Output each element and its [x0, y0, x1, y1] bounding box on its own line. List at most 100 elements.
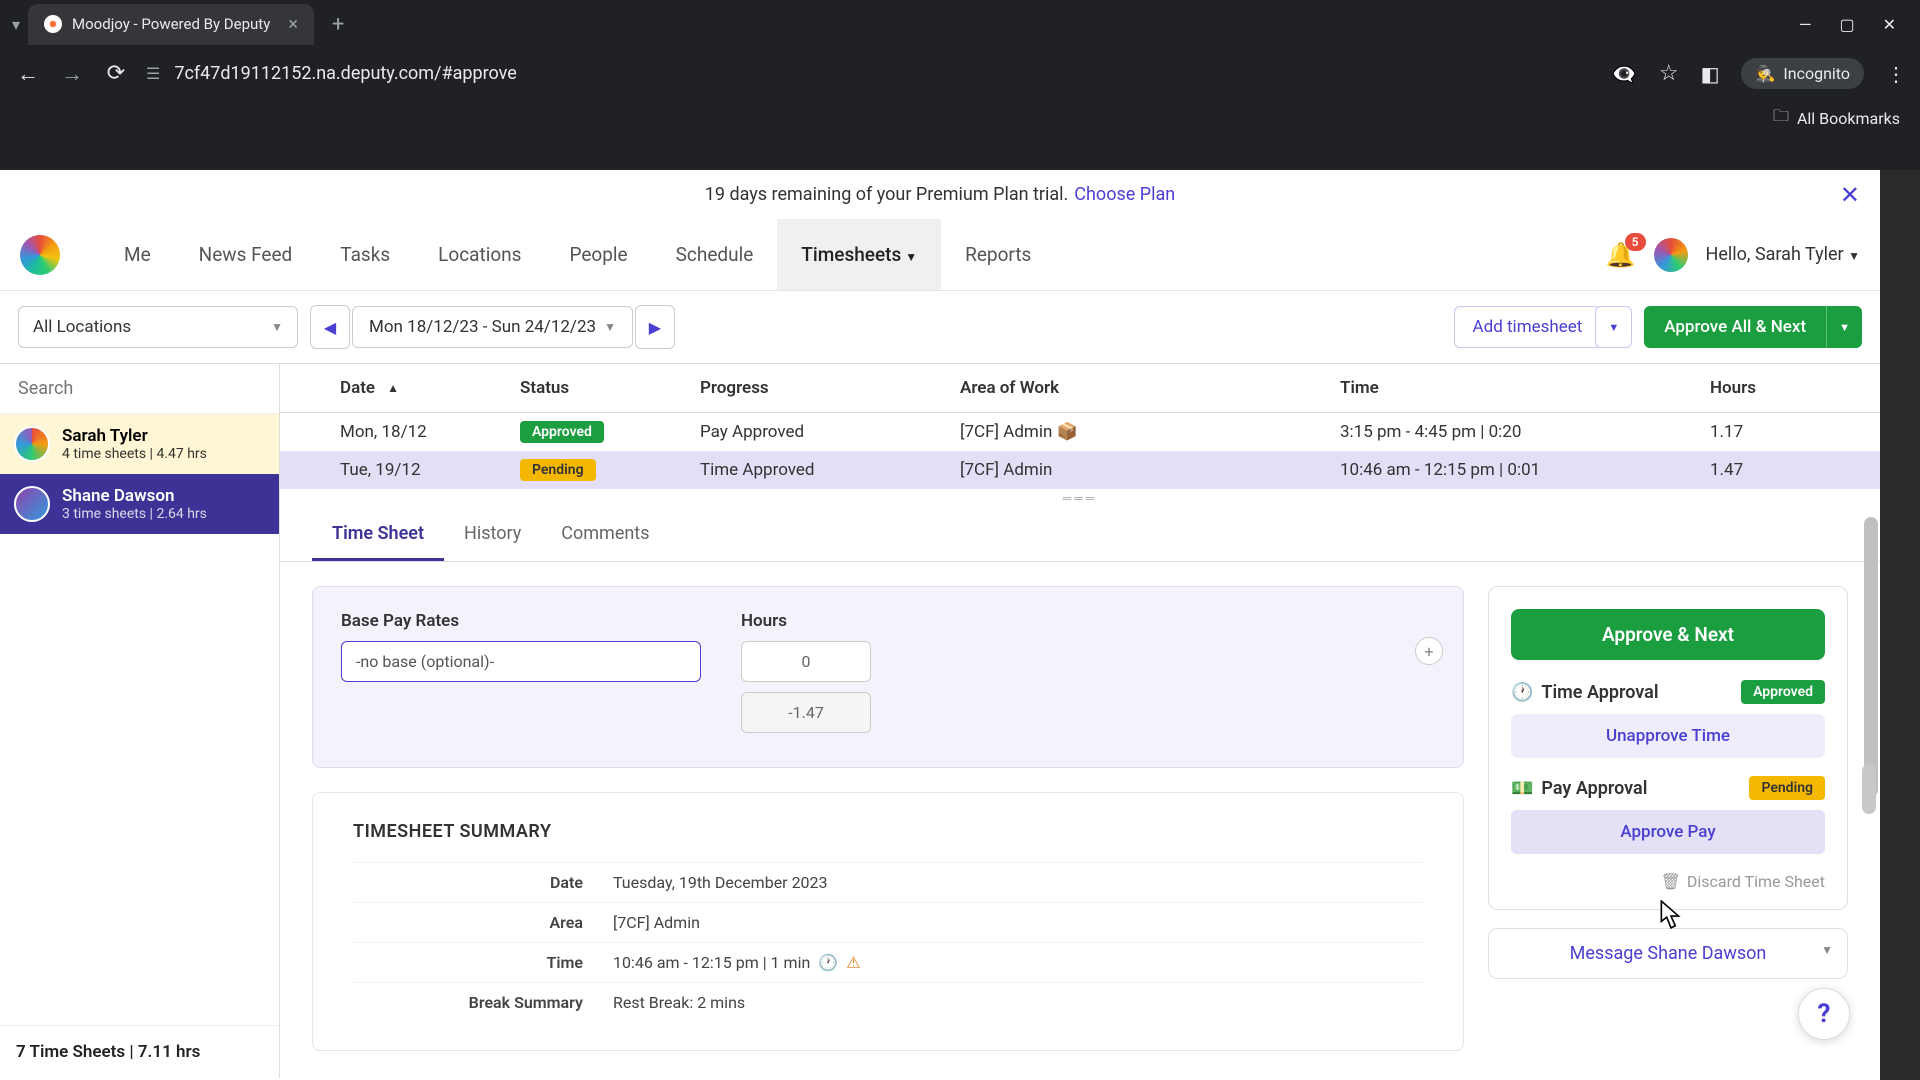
- bell-badge: 5: [1625, 233, 1646, 251]
- all-bookmarks-button[interactable]: 🗀 All Bookmarks: [1773, 105, 1900, 132]
- date-prev-button[interactable]: ◀: [310, 305, 350, 349]
- reload-icon[interactable]: ⟳: [102, 61, 130, 86]
- timesheet-table-header: Date▲ Status Progress Area of Work Time …: [280, 364, 1880, 413]
- summary-key: Area: [353, 913, 613, 932]
- col-date[interactable]: Date: [340, 378, 375, 398]
- close-window-icon[interactable]: ✕: [1883, 15, 1896, 34]
- notifications-bell-icon[interactable]: 🔔5: [1606, 241, 1636, 269]
- status-badge: Pending: [520, 459, 596, 481]
- message-employee-button[interactable]: Message Shane Dawson ▼: [1488, 928, 1848, 979]
- date-range-picker[interactable]: Mon 18/12/23 - Sun 24/12/23 ▼: [352, 306, 633, 348]
- tab-close-icon[interactable]: ×: [288, 14, 298, 35]
- main-nav: Me News Feed Tasks Locations People Sche…: [100, 219, 1055, 290]
- nav-tasks[interactable]: Tasks: [316, 219, 414, 290]
- discard-timesheet-link[interactable]: 🗑Discard Time Sheet: [1511, 872, 1825, 891]
- time-approval-badge: Approved: [1741, 680, 1825, 704]
- panel-icon[interactable]: ◧: [1701, 62, 1720, 86]
- approve-all-dropdown[interactable]: ▼: [1826, 306, 1862, 348]
- incognito-icon: 🕵️: [1755, 64, 1775, 83]
- summary-key: Time: [353, 953, 613, 972]
- eye-off-icon[interactable]: 👁️‍🗨️: [1612, 62, 1637, 86]
- user-greeting[interactable]: Hello, Sarah Tyler ▼: [1706, 244, 1860, 265]
- user-avatar-icon[interactable]: [1654, 238, 1688, 272]
- hours-input[interactable]: [741, 641, 871, 682]
- site-settings-icon[interactable]: ☰: [146, 64, 160, 83]
- url-text[interactable]: 7cf47d19112152.na.deputy.com/#approve: [174, 63, 516, 84]
- location-select[interactable]: All Locations ▼: [18, 306, 298, 348]
- browser-menu-icon[interactable]: ⋮: [1886, 62, 1906, 86]
- forward-icon[interactable]: →: [58, 61, 86, 87]
- cell-hours: 1.17: [1710, 422, 1880, 442]
- employee-meta: 4 time sheets | 4.47 hrs: [62, 446, 207, 462]
- tab-timesheet[interactable]: Time Sheet: [312, 507, 444, 561]
- chevron-down-icon: ▼: [1848, 249, 1860, 263]
- clock-icon: 🕐: [1511, 682, 1533, 703]
- nav-me[interactable]: Me: [100, 219, 175, 290]
- base-pay-label: Base Pay Rates: [341, 611, 701, 631]
- summary-val: Rest Break: 2 mins: [613, 993, 745, 1012]
- pane-resize-handle[interactable]: ═══: [280, 489, 1880, 507]
- timesheet-row[interactable]: Mon, 18/12 Approved Pay Approved [7CF] A…: [280, 413, 1880, 451]
- time-approval-label: Time Approval: [1541, 682, 1658, 703]
- warning-icon: ⚠: [846, 953, 860, 972]
- base-pay-card: Base Pay Rates Hours -1.47 +: [312, 586, 1464, 768]
- nav-locations[interactable]: Locations: [414, 219, 545, 290]
- sort-asc-icon[interactable]: ▲: [387, 381, 399, 395]
- summary-val: [7CF] Admin: [613, 913, 700, 932]
- cell-date: Tue, 19/12: [280, 460, 520, 480]
- incognito-badge[interactable]: 🕵️ Incognito: [1741, 58, 1864, 89]
- browser-tab[interactable]: Moodjoy - Powered By Deputy ×: [28, 4, 314, 45]
- chevron-down-icon: ▼: [1608, 321, 1619, 334]
- employee-search-input[interactable]: [18, 378, 261, 399]
- avatar-icon: [14, 486, 50, 522]
- new-tab-button[interactable]: +: [322, 12, 354, 37]
- approve-all-next-button[interactable]: Approve All & Next: [1644, 306, 1826, 348]
- nav-reports[interactable]: Reports: [941, 219, 1055, 290]
- all-bookmarks-label: All Bookmarks: [1797, 109, 1900, 128]
- employee-item-sarah[interactable]: Sarah Tyler 4 time sheets | 4.47 hrs: [0, 414, 279, 474]
- add-rate-button[interactable]: +: [1415, 637, 1443, 665]
- bookmark-star-icon[interactable]: ☆: [1659, 61, 1679, 86]
- cell-time: 10:46 am - 12:15 pm | 0:01: [1340, 460, 1710, 480]
- date-next-button[interactable]: ▶: [635, 305, 675, 349]
- base-pay-select[interactable]: [341, 641, 701, 682]
- cell-area: [7CF] Admin 📦: [960, 422, 1340, 442]
- approve-pay-button[interactable]: Approve Pay: [1511, 810, 1825, 854]
- col-hours[interactable]: Hours: [1710, 378, 1880, 398]
- choose-plan-link[interactable]: Choose Plan: [1074, 184, 1175, 205]
- date-range-value: Mon 18/12/23 - Sun 24/12/23: [369, 317, 596, 337]
- banner-close-icon[interactable]: ✕: [1840, 181, 1860, 209]
- col-progress[interactable]: Progress: [700, 378, 960, 398]
- timesheet-row-selected[interactable]: Tue, 19/12 Pending Time Approved [7CF] A…: [280, 451, 1880, 489]
- maximize-icon[interactable]: ▢: [1839, 15, 1854, 34]
- chevron-down-icon: ▼: [271, 320, 283, 334]
- nav-schedule[interactable]: Schedule: [652, 219, 778, 290]
- col-area[interactable]: Area of Work: [960, 378, 1340, 398]
- tab-dropdown-icon[interactable]: ▾: [12, 15, 20, 34]
- tab-history[interactable]: History: [444, 507, 541, 561]
- minimize-icon[interactable]: —: [1799, 15, 1812, 34]
- nav-news-feed[interactable]: News Feed: [175, 219, 317, 290]
- cell-hours: 1.47: [1710, 460, 1880, 480]
- nav-people[interactable]: People: [545, 219, 651, 290]
- add-timesheet-dropdown[interactable]: ▼: [1595, 306, 1632, 348]
- back-icon[interactable]: ←: [14, 61, 42, 87]
- unapprove-time-button[interactable]: Unapprove Time: [1511, 714, 1825, 758]
- help-button[interactable]: ?: [1798, 988, 1850, 1040]
- col-status[interactable]: Status: [520, 378, 700, 398]
- tab-comments[interactable]: Comments: [541, 507, 669, 561]
- employee-item-shane[interactable]: Shane Dawson 3 time sheets | 2.64 hrs: [0, 474, 279, 534]
- clock-icon: 🕐: [818, 953, 838, 972]
- add-timesheet-button[interactable]: Add timesheet: [1454, 306, 1602, 348]
- page-scrollbar[interactable]: [1880, 170, 1920, 1080]
- summary-title: TIMESHEET SUMMARY: [353, 821, 1423, 842]
- deputy-logo-icon[interactable]: [20, 235, 60, 275]
- col-time[interactable]: Time: [1340, 378, 1710, 398]
- trash-icon: 🗑: [1661, 872, 1681, 891]
- table-scrollbar-thumb[interactable]: [1862, 764, 1876, 814]
- summary-key: Date: [353, 873, 613, 892]
- detail-scrollbar-thumb[interactable]: [1864, 517, 1878, 797]
- approve-and-next-button[interactable]: Approve & Next: [1511, 609, 1825, 660]
- nav-timesheets[interactable]: Timesheets▼: [777, 219, 941, 290]
- chevron-down-icon: ▼: [1821, 943, 1833, 957]
